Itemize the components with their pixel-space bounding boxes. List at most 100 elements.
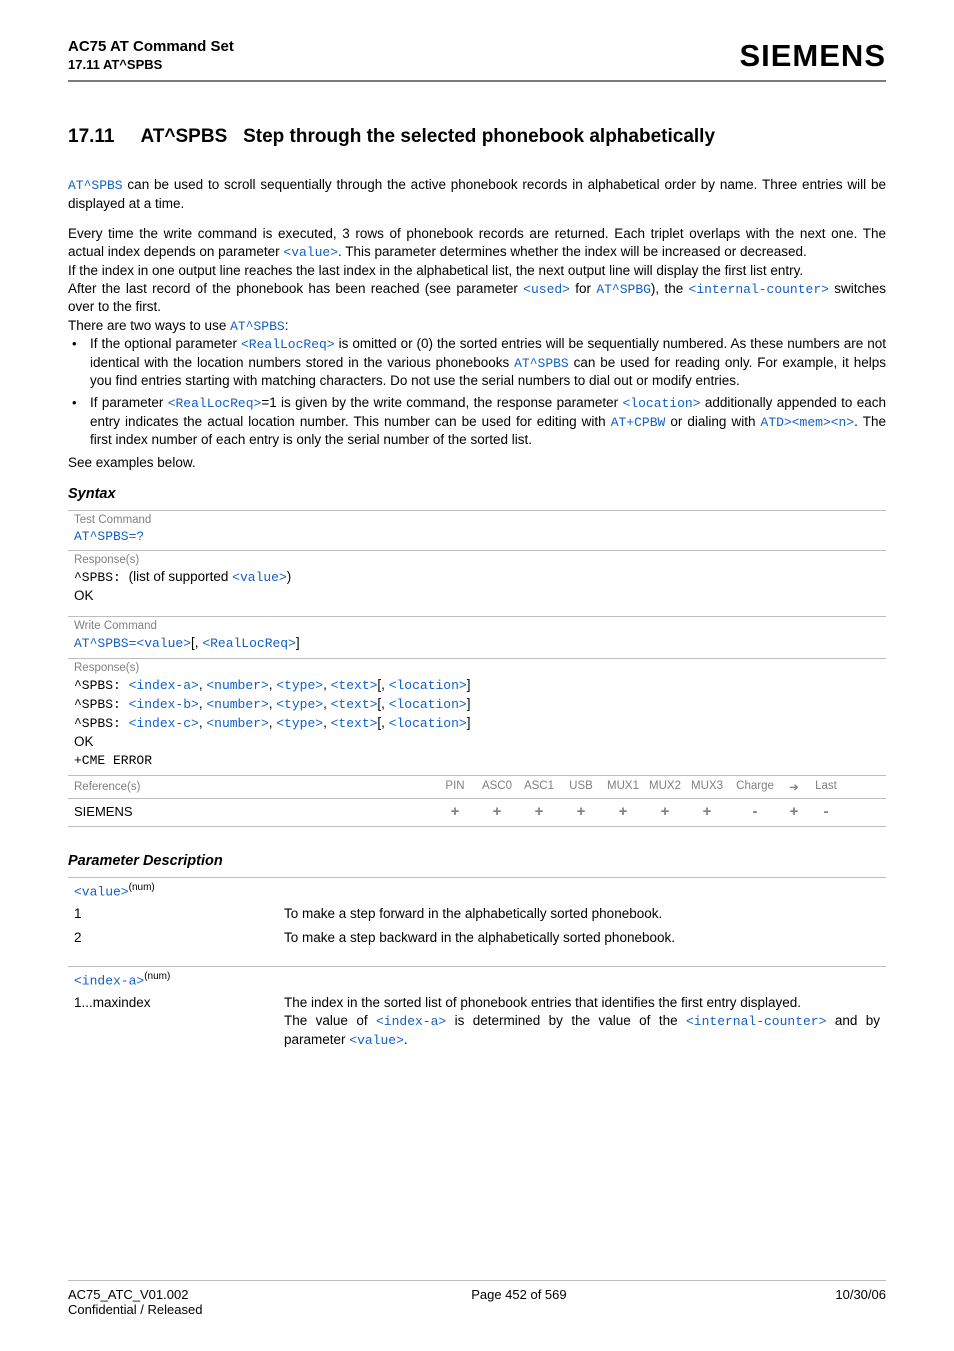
param-value-2: 2: [74, 929, 284, 947]
reference-value: SIEMENS: [74, 804, 434, 819]
val-mux3: +: [686, 803, 728, 820]
write-command-block: Write Command AT^SPBS=<value>[, <RealLoc…: [68, 616, 886, 657]
reallocreq-link-2[interactable]: <RealLocReq>: [168, 396, 262, 411]
test-response: ^SPBS: (list of supported <value>) OK: [74, 568, 880, 606]
atspbs-link-2[interactable]: AT^SPBS: [230, 319, 285, 334]
param-value-1-desc: To make a step forward in the alphabetic…: [284, 905, 880, 923]
param-value-block: <value>(num) 1 To make a step forward in…: [68, 877, 886, 954]
col-mux2: MUX2: [644, 780, 686, 794]
col-last: Last: [806, 780, 846, 794]
val-arrow: +: [782, 803, 806, 820]
type-link-3[interactable]: <type>: [276, 716, 323, 731]
page-header: AC75 AT Command Set 17.11 AT^SPBS SIEMEN…: [68, 38, 886, 74]
col-usb: USB: [560, 780, 602, 794]
col-asc1: ASC1: [518, 780, 560, 794]
type-link-2[interactable]: <type>: [276, 697, 323, 712]
val-pin: +: [434, 803, 476, 820]
param-num-sup-2: (num): [144, 971, 170, 982]
page-footer: AC75_ATC_V01.002 Confidential / Released…: [68, 1280, 886, 1317]
atspbs-link[interactable]: AT^SPBS: [68, 178, 123, 193]
footer-page: Page 452 of 569: [471, 1287, 566, 1317]
response-label: Response(s): [74, 554, 880, 566]
location-link-4[interactable]: <location>: [389, 716, 467, 731]
atcpbw-link[interactable]: AT+CPBW: [611, 415, 666, 430]
col-arrow-icon: ➔: [782, 780, 806, 794]
intro-paragraph-5: There are two ways to use AT^SPBS:: [68, 317, 886, 336]
write-command-label: Write Command: [74, 620, 880, 632]
text-link-2[interactable]: <text>: [331, 697, 378, 712]
write-response-block: Response(s) ^SPBS: <index-a>, <number>, …: [68, 658, 886, 775]
number-link-3[interactable]: <number>: [206, 716, 268, 731]
index-b-link[interactable]: <index-b>: [129, 697, 199, 712]
reference-header-row: Reference(s) PIN ASC0 ASC1 USB MUX1 MUX2…: [68, 775, 886, 798]
location-link[interactable]: <location>: [622, 396, 700, 411]
param-value-2-desc: To make a step backward in the alphabeti…: [284, 929, 880, 947]
number-link-2[interactable]: <number>: [206, 697, 268, 712]
section-heading: 17.11 AT^SPBS Step through the selected …: [68, 126, 886, 148]
footer-confidential: Confidential / Released: [68, 1302, 202, 1317]
bullet-list: If the optional parameter <RealLocReq> i…: [68, 335, 886, 450]
used-link[interactable]: <used>: [523, 282, 570, 297]
atspbs-link-3[interactable]: AT^SPBS: [514, 356, 569, 371]
footer-date: 10/30/06: [835, 1287, 886, 1317]
text-link[interactable]: <text>: [331, 678, 378, 693]
atd-link[interactable]: ATD><mem><n>: [761, 415, 855, 430]
val-charge: -: [728, 803, 782, 820]
write-command: AT^SPBS=<value>[, <RealLocReq>]: [74, 634, 880, 653]
internal-counter-link-2[interactable]: <internal-counter>: [686, 1014, 826, 1029]
value-link-3[interactable]: <value>: [136, 636, 191, 651]
bullet-1: If the optional parameter <RealLocReq> i…: [68, 335, 886, 390]
test-command: AT^SPBS=?: [74, 528, 880, 546]
see-examples: See examples below.: [68, 454, 886, 472]
location-link-2[interactable]: <location>: [389, 678, 467, 693]
test-command-label: Test Command: [74, 514, 880, 526]
val-mux1: +: [602, 803, 644, 820]
internal-counter-link[interactable]: <internal-counter>: [689, 282, 829, 297]
val-last: -: [806, 803, 846, 820]
bullet-2: If parameter <RealLocReq>=1 is given by …: [68, 394, 886, 449]
col-mux1: MUX1: [602, 780, 644, 794]
intro-paragraph-2: Every time the write command is executed…: [68, 225, 886, 262]
intro-paragraph-4: After the last record of the phonebook h…: [68, 280, 886, 317]
test-response-block: Response(s) ^SPBS: (list of supported <v…: [68, 550, 886, 610]
syntax-heading: Syntax: [68, 486, 886, 502]
doc-subtitle: 17.11 AT^SPBS: [68, 57, 234, 72]
value-link-2[interactable]: <value>: [232, 570, 287, 585]
col-charge: Charge: [728, 780, 782, 794]
number-link[interactable]: <number>: [206, 678, 268, 693]
footer-version: AC75_ATC_V01.002: [68, 1287, 202, 1302]
index-a-link[interactable]: <index-a>: [129, 678, 199, 693]
index-a-link-2[interactable]: <index-a>: [376, 1014, 446, 1029]
location-link-3[interactable]: <location>: [389, 697, 467, 712]
test-command-block: Test Command AT^SPBS=?: [68, 510, 886, 550]
doc-title: AC75 AT Command Set: [68, 38, 234, 55]
param-indexa-block: <index-a>(num) 1...maxindex The index in…: [68, 966, 886, 1056]
col-asc0: ASC0: [476, 780, 518, 794]
section-title: AT^SPBS Step through the selected phoneb…: [141, 126, 716, 148]
value-link[interactable]: <value>: [283, 245, 338, 260]
intro-paragraph-3: If the index in one output line reaches …: [68, 262, 886, 280]
index-c-link[interactable]: <index-c>: [129, 716, 199, 731]
param-num-sup: (num): [129, 882, 155, 893]
val-asc1: +: [518, 803, 560, 820]
reference-value-row: SIEMENS + + + + + + + - + -: [68, 798, 886, 827]
value-link-4[interactable]: <value>: [349, 1033, 404, 1048]
brand-logo: SIEMENS: [739, 38, 886, 74]
response-label-2: Response(s): [74, 662, 880, 674]
header-rule: [68, 80, 886, 82]
reallocreq-link[interactable]: <RealLocReq>: [241, 337, 335, 352]
param-value-1: 1: [74, 905, 284, 923]
col-mux3: MUX3: [686, 780, 728, 794]
param-indexa-range: 1...maxindex: [74, 994, 284, 1049]
reference-label: Reference(s): [74, 781, 434, 793]
type-link[interactable]: <type>: [276, 678, 323, 693]
param-value-name: <value>: [74, 884, 129, 899]
atspbg-link[interactable]: AT^SPBG: [596, 282, 651, 297]
section-number: 17.11: [68, 126, 115, 148]
param-indexa-name: <index-a>: [74, 973, 144, 988]
val-usb: +: [560, 803, 602, 820]
param-indexa-desc: The index in the sorted list of phoneboo…: [284, 994, 880, 1049]
val-asc0: +: [476, 803, 518, 820]
text-link-3[interactable]: <text>: [331, 716, 378, 731]
reallocreq-link-3[interactable]: <RealLocReq>: [202, 636, 296, 651]
